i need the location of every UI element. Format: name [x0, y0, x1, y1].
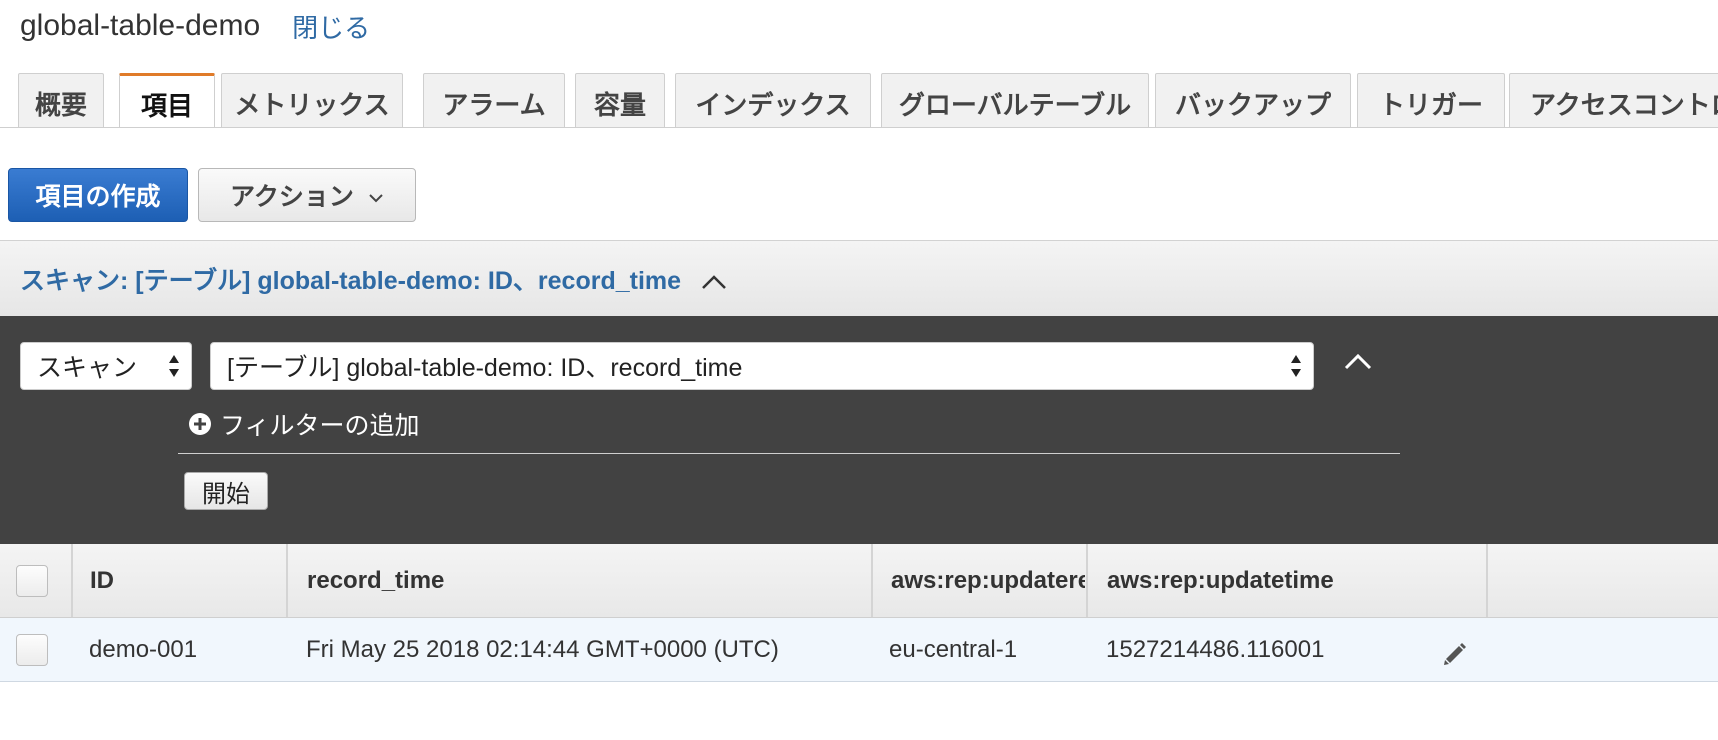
table-row[interactable]: demo-001 Fri May 25 2018 02:14:44 GMT+00… — [0, 618, 1718, 682]
scan-target-value: [テーブル] global-table-demo: ID、record_time — [227, 354, 743, 382]
column-header-updatetime[interactable]: aws:rep:updatetime — [1107, 544, 1487, 617]
start-button[interactable]: 開始 — [184, 472, 268, 510]
update-region-cell: eu-central-1 — [889, 635, 1018, 663]
close-link[interactable]: 閉じる — [292, 8, 370, 45]
scan-summary-link[interactable]: スキャン: [テーブル] global-table-demo: ID、recor… — [20, 261, 681, 297]
tab-indexes[interactable]: インデックス — [675, 73, 871, 128]
header: global-table-demo 閉じる — [20, 6, 370, 46]
select-all-cell — [16, 544, 56, 617]
tab-alarms[interactable]: アラーム — [423, 73, 565, 128]
column-divider — [1086, 544, 1088, 617]
filter-divider — [178, 453, 1400, 454]
column-divider — [286, 544, 288, 617]
plus-circle-icon — [189, 413, 211, 435]
select-arrows-icon — [1291, 355, 1301, 377]
tab-triggers[interactable]: トリガー — [1357, 73, 1505, 128]
chevron-up-icon[interactable] — [701, 274, 727, 290]
tab-backups[interactable]: バックアップ — [1155, 73, 1351, 128]
table-header: ID record_time aws:rep:updatere aws:rep:… — [0, 544, 1718, 618]
select-all-checkbox[interactable] — [16, 564, 48, 597]
row-select-cell — [16, 618, 56, 681]
column-header-id[interactable]: ID — [90, 544, 280, 617]
scan-banner: スキャン: [テーブル] global-table-demo: ID、recor… — [0, 240, 1718, 316]
tab-bar: 概要 項目 メトリックス アラーム 容量 インデックス グローバルテーブル バッ… — [18, 73, 1718, 128]
column-divider — [1486, 544, 1488, 617]
column-divider — [71, 544, 73, 617]
chevron-down-icon — [369, 194, 383, 203]
tab-access-control[interactable]: アクセスコントロ — [1509, 73, 1718, 128]
add-filter-link[interactable]: フィルターの追加 — [188, 404, 420, 444]
pencil-icon[interactable] — [1442, 641, 1468, 667]
column-header-updateregion[interactable]: aws:rep:updatere — [891, 544, 1085, 617]
column-header-record-time[interactable]: record_time — [307, 544, 867, 617]
item-id-link[interactable]: demo-001 — [89, 618, 279, 681]
record-time-cell: Fri May 25 2018 02:14:44 GMT+0000 (UTC) — [306, 635, 779, 663]
scan-panel: スキャン [テーブル] global-table-demo: ID、record… — [0, 316, 1718, 544]
add-filter-label: フィルターの追加 — [220, 412, 420, 440]
tab-global-tables[interactable]: グローバルテーブル — [881, 73, 1149, 128]
column-divider — [871, 544, 873, 617]
create-item-button[interactable]: 項目の作成 — [8, 168, 188, 222]
collapse-panel-icon[interactable] — [1344, 352, 1372, 370]
actions-label: アクション — [230, 183, 354, 211]
scan-mode-value: スキャン — [37, 354, 138, 382]
tab-metrics[interactable]: メトリックス — [221, 73, 403, 128]
tab-items[interactable]: 項目 — [119, 73, 215, 128]
actions-dropdown-button[interactable]: アクション — [198, 168, 416, 222]
tab-capacity[interactable]: 容量 — [575, 73, 665, 128]
items-table: ID record_time aws:rep:updatere aws:rep:… — [0, 544, 1718, 682]
edit-cell — [1442, 618, 1472, 681]
page-title: global-table-demo — [20, 9, 261, 42]
scan-target-select[interactable]: [テーブル] global-table-demo: ID、record_time — [210, 342, 1314, 390]
tab-overview[interactable]: 概要 — [18, 73, 104, 128]
update-time-cell: 1527214486.116001 — [1106, 635, 1325, 663]
tab-divider — [0, 127, 1718, 128]
select-arrows-icon — [169, 355, 179, 377]
row-checkbox[interactable] — [16, 633, 48, 666]
scan-mode-select[interactable]: スキャン — [20, 342, 192, 390]
